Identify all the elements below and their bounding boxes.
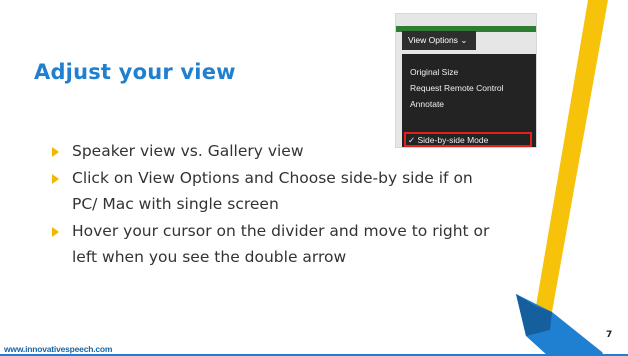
bullet-text: Click on View Options and Choose side-by… bbox=[72, 169, 473, 213]
menu-item-original-size: Original Size bbox=[410, 67, 459, 77]
page-number: 7 bbox=[606, 330, 613, 340]
view-options-screenshot: View Options ⌄ Original Size Request Rem… bbox=[395, 13, 537, 148]
bullet-arrow-icon bbox=[52, 147, 59, 157]
bullet-arrow-icon bbox=[52, 227, 59, 237]
bullet-text: Hover your cursor on the divider and mov… bbox=[72, 222, 490, 266]
chevron-down-icon: ⌄ bbox=[460, 35, 468, 45]
slide-title: Adjust your view bbox=[34, 60, 236, 84]
menu-item-annotate: Annotate bbox=[410, 99, 445, 109]
bullet-item: Speaker view vs. Gallery view bbox=[52, 138, 492, 164]
bullet-arrow-icon bbox=[52, 174, 59, 184]
yellow-stripe bbox=[536, 0, 608, 312]
menu-item-request-remote-control: Request Remote Control bbox=[410, 83, 504, 93]
bullet-item: Click on View Options and Choose side-by… bbox=[52, 165, 492, 217]
view-options-menu: Original Size Request Remote Control Ann… bbox=[402, 54, 536, 147]
slide: Adjust your view View Options ⌄ Original… bbox=[0, 0, 628, 356]
bullet-text: Speaker view vs. Gallery view bbox=[72, 142, 304, 160]
view-options-label: View Options bbox=[408, 35, 458, 45]
bullet-list: Speaker view vs. Gallery view Click on V… bbox=[52, 138, 492, 271]
view-options-button: View Options ⌄ bbox=[402, 31, 476, 50]
footer-url: www.innovativespeech.com bbox=[4, 344, 113, 354]
bullet-item: Hover your cursor on the divider and mov… bbox=[52, 218, 492, 270]
